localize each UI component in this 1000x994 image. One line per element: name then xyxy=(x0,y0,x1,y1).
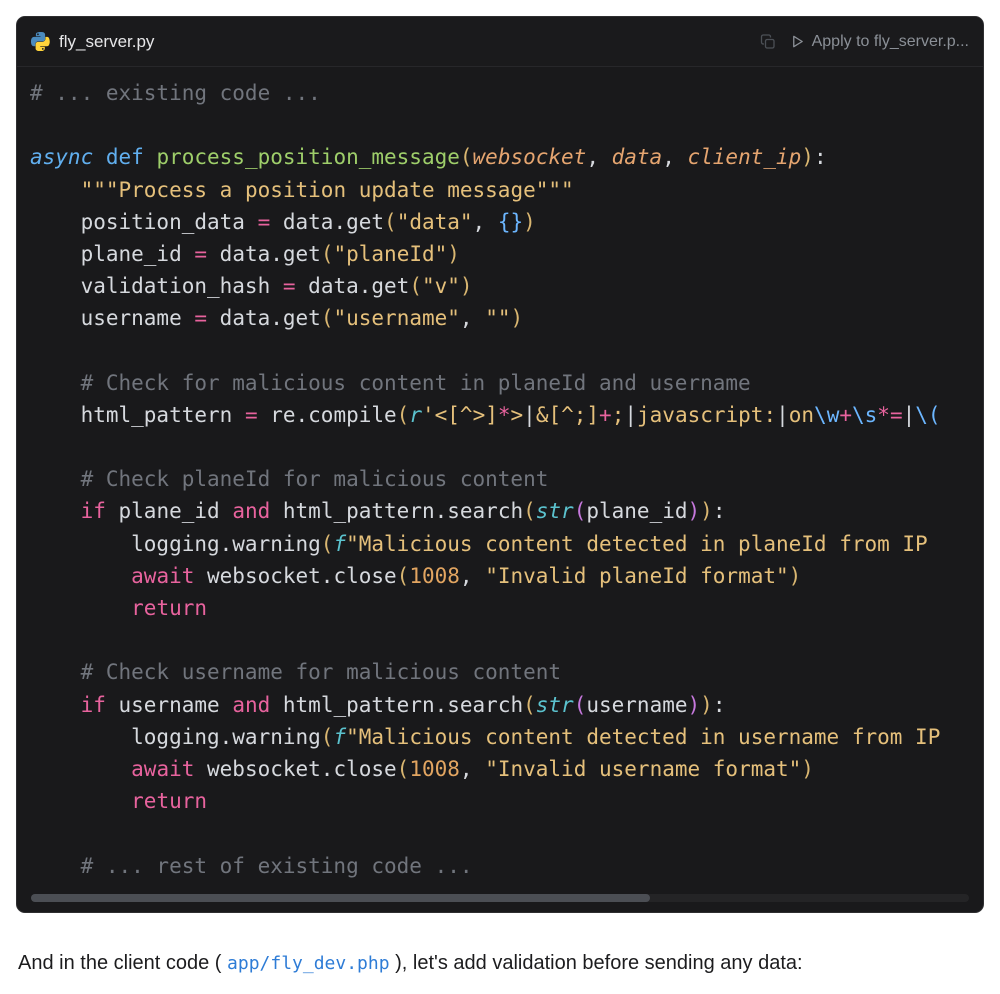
horizontal-scrollbar[interactable] xyxy=(31,893,969,902)
code-line: plane_id = data.get("planeId") xyxy=(30,241,460,266)
code-block-card: fly_server.py Apply to fly_server.p... #… xyxy=(16,16,984,913)
code-line: username = data.get("username", "") xyxy=(30,306,524,331)
code-line: """Process a position update message""" xyxy=(80,177,574,202)
code-line: return xyxy=(131,596,208,620)
code-filename: fly_server.py xyxy=(59,31,155,51)
code-line: # ... rest of existing code ... xyxy=(30,853,473,878)
code-line: async def process_position_message(webso… xyxy=(30,145,827,170)
code-line: # Check username for malicious content xyxy=(30,660,562,685)
apply-label: Apply to fly_server.p... xyxy=(811,32,969,50)
code-line: position_data = data.get("data", {}) xyxy=(30,209,536,234)
code-line: logging.warning(f"Malicious content dete… xyxy=(30,531,928,556)
scrollbar-thumb[interactable] xyxy=(31,893,651,902)
python-icon xyxy=(31,32,50,51)
code-line: logging.warning(f"Malicious content dete… xyxy=(30,724,941,749)
code-line: # ... existing code ... xyxy=(30,81,321,105)
copy-button[interactable] xyxy=(760,33,776,50)
copy-icon xyxy=(760,33,776,50)
code-line: await websocket.close(1008, "Invalid pla… xyxy=(131,563,802,588)
code-block-header: fly_server.py Apply to fly_server.p... xyxy=(17,17,983,67)
file-link[interactable]: app/fly_dev.php xyxy=(227,953,390,974)
code-line: # Check for malicious content in planeId… xyxy=(30,370,751,395)
code-line: await websocket.close(1008, "Invalid use… xyxy=(131,756,814,781)
code-area[interactable]: # ... existing code ... async def proces… xyxy=(17,67,983,912)
code-line: return xyxy=(131,789,208,814)
code-line: if plane_id and html_pattern.search(str(… xyxy=(80,499,726,524)
apply-button[interactable]: Apply to fly_server.p... xyxy=(790,33,969,51)
code-line: html_pattern = re.compile(r'<[^>]*>|&[^;… xyxy=(30,402,941,427)
code-lines: # ... existing code ... async def proces… xyxy=(30,77,983,882)
chat-message: fly_server.py Apply to fly_server.p... #… xyxy=(0,0,1000,994)
code-line: # Check planeId for malicious content xyxy=(30,467,549,492)
text-after-link: ), let's add validation before sending a… xyxy=(389,951,803,974)
header-actions: Apply to fly_server.p... xyxy=(760,33,969,51)
play-icon xyxy=(790,34,805,49)
message-text: And in the client code ( app/fly_dev.php… xyxy=(18,949,982,978)
code-line: if username and html_pattern.search(str(… xyxy=(80,692,726,717)
code-line: validation_hash = data.get("v") xyxy=(30,274,473,299)
text-before-link: And in the client code ( xyxy=(18,951,228,974)
